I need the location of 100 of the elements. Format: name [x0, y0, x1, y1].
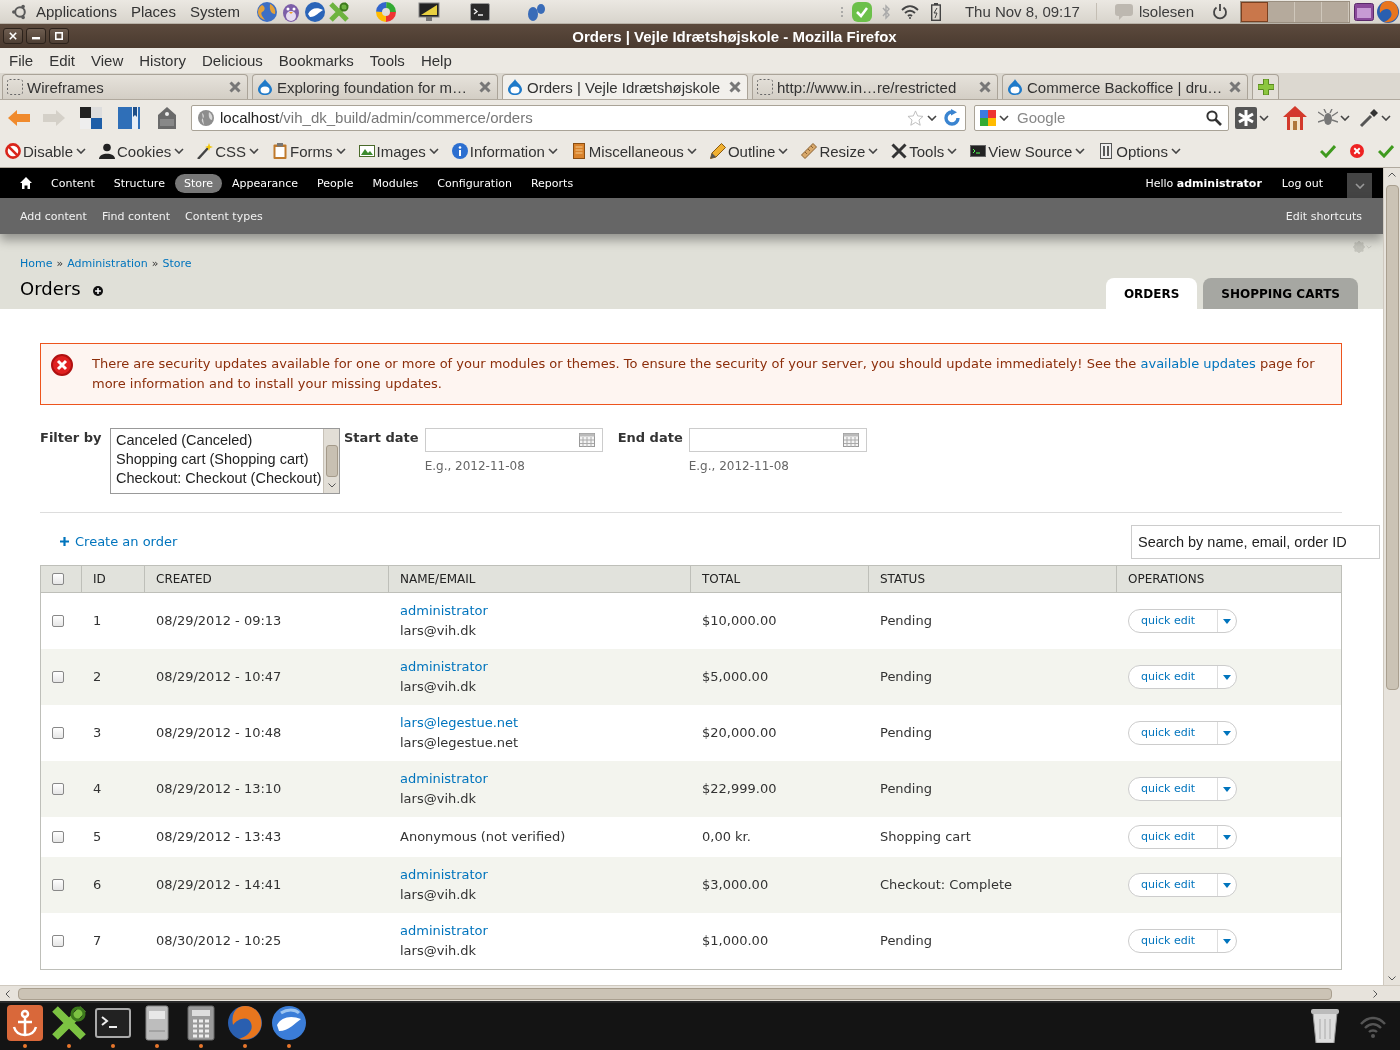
menu-item[interactable]: History: [131, 52, 194, 69]
start-date-field[interactable]: [424, 428, 603, 452]
shortcut-link[interactable]: Content types: [185, 209, 263, 223]
bug-icon[interactable]: [1318, 108, 1338, 127]
scroll-up-icon[interactable]: [1388, 172, 1396, 177]
customer-link[interactable]: administrator: [400, 601, 488, 621]
toolbar-menu-button[interactable]: Outline: [709, 142, 789, 160]
customer-link[interactable]: lars@legestue.net: [400, 713, 519, 733]
toolbar-menu-button[interactable]: Miscellaneous: [570, 142, 697, 160]
menu-item[interactable]: Edit: [41, 52, 84, 69]
end-date-field[interactable]: [688, 428, 867, 452]
toolbar-menu-button[interactable]: Cookies: [99, 142, 185, 160]
asterisk-icon[interactable]: [1235, 106, 1257, 129]
eyedropper-icon[interactable]: [1359, 107, 1379, 128]
menu-item[interactable]: Delicious: [193, 52, 271, 69]
customer-link[interactable]: administrator: [400, 657, 488, 677]
scroll-down-icon[interactable]: [327, 483, 336, 488]
select-all-checkbox[interactable]: [52, 573, 64, 585]
admin-menu-link[interactable]: Modules: [363, 173, 428, 193]
menu-item[interactable]: Help: [412, 52, 460, 69]
anchor-icon[interactable]: [7, 1005, 43, 1041]
admin-menu-link[interactable]: Structure: [104, 173, 174, 193]
scrollbar-thumb[interactable]: [325, 445, 338, 477]
shortcut-link[interactable]: Add content: [20, 209, 87, 223]
page-tab[interactable]: SHOPPING CARTS: [1203, 278, 1358, 309]
browser-tab[interactable]: http://www.in…re/restricted: [752, 74, 998, 99]
quick-edit-button[interactable]: quick edit: [1129, 610, 1217, 632]
close-icon[interactable]: [1229, 81, 1241, 93]
breadcrumb-link[interactable]: Home: [20, 256, 53, 271]
row-checkbox[interactable]: [52, 783, 64, 795]
shortcut-link[interactable]: Find content: [101, 209, 171, 223]
scrollbar-thumb[interactable]: [1385, 185, 1399, 690]
bookmark-icon[interactable]: [118, 106, 140, 129]
close-button[interactable]: [3, 28, 23, 44]
admin-menu-link[interactable]: Appearance: [223, 173, 308, 193]
row-checkbox[interactable]: [52, 935, 64, 947]
row-checkbox[interactable]: [52, 879, 64, 891]
check-icon[interactable]: [1378, 144, 1394, 158]
panel-menu[interactable]: Applications: [29, 3, 124, 20]
admin-menu-link[interactable]: Store: [174, 173, 222, 193]
quick-edit-button[interactable]: quick edit: [1129, 666, 1217, 688]
toolbar-menu-button[interactable]: Images: [358, 142, 439, 160]
scrollbar-thumb[interactable]: [18, 987, 1332, 1000]
menu-item[interactable]: Bookmarks: [270, 52, 362, 69]
bird-icon[interactable]: [280, 1, 301, 22]
row-checkbox[interactable]: [52, 615, 64, 627]
tag-icon[interactable]: [156, 106, 178, 129]
ubuntu-logo-icon[interactable]: [12, 3, 28, 20]
maximize-button[interactable]: [49, 28, 69, 44]
globe-icon[interactable]: [227, 1005, 263, 1041]
check-icon[interactable]: [1320, 144, 1336, 158]
star-icon[interactable]: [907, 109, 924, 126]
order-search-field[interactable]: Search by name, email, order ID: [1131, 524, 1380, 559]
listbox-option[interactable]: Canceled (Canceled): [116, 431, 318, 450]
close-icon[interactable]: [229, 81, 241, 93]
toolbar-menu-button[interactable]: CSS: [197, 142, 260, 160]
browser-tab[interactable]: Commerce Backoffice | dru…: [1002, 74, 1248, 99]
home-icon[interactable]: [20, 177, 32, 189]
battery-icon[interactable]: [930, 2, 941, 21]
toolbar-menu-button[interactable]: Resize: [801, 142, 879, 160]
breadcrumb-link[interactable]: Store: [162, 256, 192, 271]
row-checkbox[interactable]: [52, 671, 64, 683]
toolbar-menu-button[interactable]: Information: [451, 142, 558, 160]
create-order-link[interactable]: Create an order: [60, 534, 178, 549]
browser-tab[interactable]: Orders | Vejle Idrætshøjskole: [502, 74, 748, 99]
toolbar-menu-button[interactable]: Tools: [891, 142, 958, 160]
calendar-icon[interactable]: [842, 433, 859, 447]
trash-icon[interactable]: [1310, 1006, 1340, 1043]
checker-icon[interactable]: [80, 106, 102, 129]
error-icon[interactable]: [1349, 144, 1365, 158]
quick-edit-button[interactable]: quick edit: [1129, 778, 1217, 800]
browser-tab[interactable]: Exploring foundation for m…: [252, 74, 498, 99]
globe-icon[interactable]: [1377, 0, 1399, 23]
new-tab-button[interactable]: [1252, 74, 1279, 99]
menu-item[interactable]: Tools: [361, 52, 413, 69]
quick-edit-button[interactable]: quick edit: [1129, 930, 1217, 952]
quick-edit-button[interactable]: quick edit: [1129, 874, 1217, 896]
toolbar-menu-button[interactable]: Forms: [272, 142, 346, 160]
calendar-icon[interactable]: [578, 433, 595, 447]
customer-link[interactable]: administrator: [400, 865, 488, 885]
admin-menu-link[interactable]: Content: [42, 173, 104, 193]
logout-link[interactable]: Log out: [1281, 176, 1323, 190]
address-field[interactable]: localhost/vih_dk_build/admin/commerce/orders: [191, 104, 966, 131]
admin-menu-link[interactable]: Configuration: [428, 173, 521, 193]
globe-icon[interactable]: [256, 1, 277, 22]
quick-edit-button[interactable]: quick edit: [1129, 826, 1217, 848]
close-icon[interactable]: [729, 81, 741, 93]
menu-item[interactable]: View: [83, 52, 132, 69]
x-tool-icon[interactable]: [51, 1005, 87, 1041]
bird-globe-icon[interactable]: [271, 1005, 307, 1041]
customer-link[interactable]: administrator: [400, 769, 488, 789]
terminal-icon[interactable]: [469, 2, 490, 21]
toolbar-menu-button[interactable]: View Source: [970, 142, 1086, 160]
window-icon[interactable]: [1354, 1, 1374, 22]
toolbar-menu-button[interactable]: Disable: [5, 142, 87, 160]
close-icon[interactable]: [479, 81, 491, 93]
color-ring-icon[interactable]: [375, 1, 396, 22]
page-tab[interactable]: ORDERS: [1105, 278, 1198, 309]
scroll-right-icon[interactable]: [1373, 989, 1378, 998]
quick-edit-button[interactable]: quick edit: [1129, 722, 1217, 744]
